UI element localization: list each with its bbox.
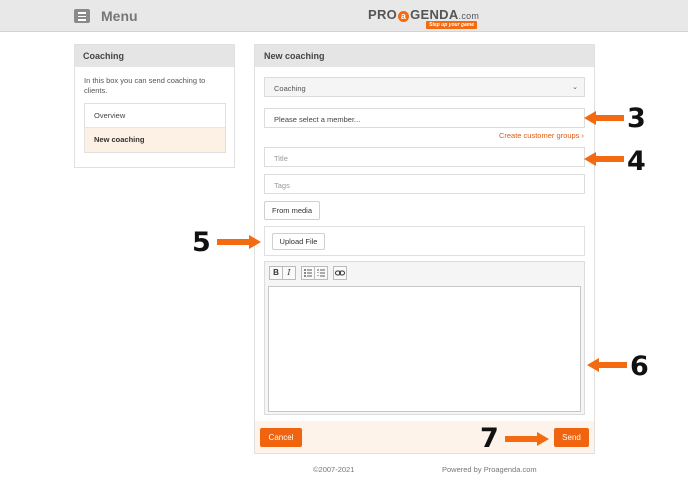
annotation-4: 4 [627, 146, 646, 177]
annotation-5: 5 [192, 227, 211, 258]
new-coaching-form: New coaching Coaching ⌄ Please select a … [254, 44, 595, 454]
powered-by-link[interactable]: Powered by Proagenda.com [442, 465, 537, 474]
coaching-sidebar: Coaching In this box you can send coachi… [74, 44, 235, 168]
copyright-text: ©2007-2021 [313, 465, 355, 474]
send-button[interactable]: Send [554, 428, 589, 447]
sidebar-title: Coaching [75, 45, 234, 67]
upload-area: Upload File [264, 226, 585, 256]
menu-label[interactable]: Menu [101, 8, 138, 24]
top-header: Menu PRO a GENDA.com Step up your game [0, 0, 688, 32]
logo-tagline: Step up your game [426, 21, 478, 29]
annotation-3: 3 [627, 103, 646, 134]
title-input[interactable]: Title [264, 147, 585, 167]
sidebar-item-new-coaching[interactable]: New coaching [85, 128, 225, 152]
arrow-left-icon [584, 111, 624, 125]
coaching-type-select[interactable]: Coaching ⌄ [264, 77, 585, 97]
form-title: New coaching [255, 45, 594, 67]
arrow-right-icon [217, 235, 261, 249]
numbered-list-icon[interactable] [314, 266, 328, 280]
arrow-left-icon [587, 358, 627, 372]
upload-file-button[interactable]: Upload File [272, 233, 325, 250]
proagenda-logo: PRO a GENDA.com Step up your game [368, 7, 480, 29]
arrow-left-icon [584, 152, 624, 166]
annotation-7: 7 [480, 423, 499, 454]
chevron-down-icon: ⌄ [572, 84, 578, 91]
member-select[interactable]: Please select a member... [264, 108, 585, 128]
rich-text-editor: B I [264, 261, 585, 415]
italic-icon[interactable]: I [282, 266, 296, 280]
sidebar-nav: Overview New coaching [84, 103, 226, 153]
cancel-button[interactable]: Cancel [260, 428, 302, 447]
arrow-right-icon [505, 432, 549, 446]
bulleted-list-icon[interactable] [301, 266, 315, 280]
create-customer-groups-link[interactable]: Create customer groups › [499, 131, 584, 140]
from-media-button[interactable]: From media [264, 201, 320, 220]
editor-text-area[interactable] [268, 286, 581, 412]
link-icon[interactable] [333, 266, 347, 280]
tags-input[interactable]: Tags [264, 174, 585, 194]
bold-icon[interactable]: B [269, 266, 283, 280]
annotation-6: 6 [630, 351, 649, 382]
sidebar-item-overview[interactable]: Overview [85, 104, 225, 128]
sidebar-description: In this box you can send coaching to cli… [84, 76, 206, 95]
hamburger-menu-icon[interactable] [74, 9, 90, 23]
